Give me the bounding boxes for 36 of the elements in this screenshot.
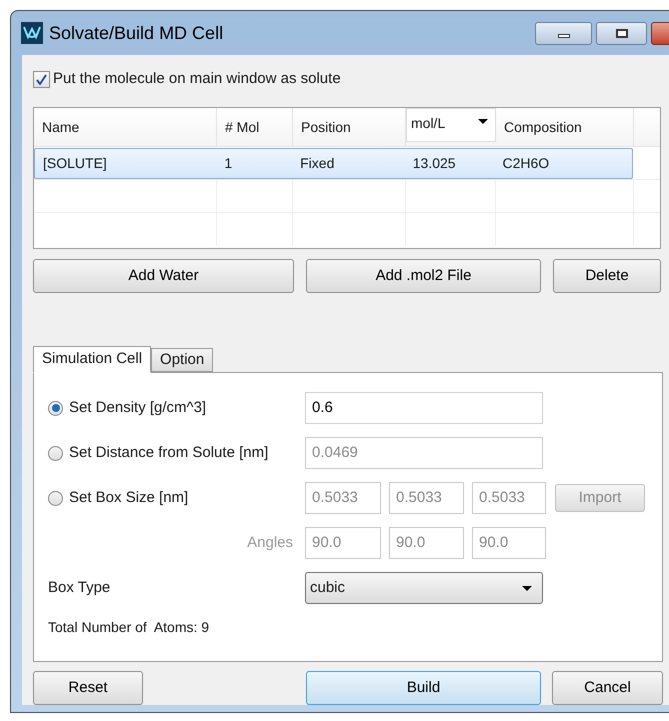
app-logo-icon (21, 22, 43, 44)
option-label: Set Distance from Solute [nm] (69, 442, 268, 463)
option-label: Set Density [g/cm^3] (69, 398, 206, 418)
box-type-select[interactable]: cubic (305, 572, 543, 604)
button[interactable]: Delete (553, 259, 661, 294)
column-header: Name (34, 108, 217, 146)
table-cell-text: 13.025 (412, 154, 457, 173)
minimize-button[interactable] (535, 22, 592, 44)
table-cell-text: C2H6O (501, 154, 550, 173)
tab[interactable]: Option (151, 348, 214, 372)
radio-button[interactable] (48, 490, 63, 506)
button[interactable]: Add Water (33, 259, 294, 294)
checkbox-label: Put the molecule on main window as solute (53, 68, 341, 89)
table-cell-text: 1 (223, 154, 234, 173)
column-header: Composition (496, 108, 634, 146)
input-field[interactable]: 0.6 (305, 392, 543, 424)
column-header: # Mol (217, 108, 293, 146)
radio-button[interactable] (48, 400, 63, 416)
table-cell-text: Fixed (299, 154, 336, 173)
checkbox[interactable] (33, 70, 50, 88)
option-label: Set Box Size [nm] (69, 488, 188, 508)
button[interactable]: Build (306, 671, 541, 705)
maximize-button[interactable] (596, 22, 647, 44)
button[interactable]: Cancel (552, 671, 663, 705)
caret-icon (522, 586, 532, 591)
button[interactable]: Reset (33, 671, 143, 705)
radio-button[interactable] (48, 446, 63, 461)
total-atoms-text: Total Number of Atoms: 9 (48, 619, 210, 636)
tab[interactable]: Simulation Cell (33, 346, 152, 374)
button[interactable]: Add .mol2 File (306, 259, 541, 294)
table-row[interactable]: [SOLUTE] 1 Fixed 13.025 C2H6O (34, 148, 633, 179)
table-cell-text: [SOLUTE] (42, 154, 108, 173)
window-title: Solvate/Build MD Cell (49, 22, 224, 44)
box-type-label: Box Type (48, 578, 112, 598)
angles-label: Angles (247, 532, 293, 553)
unit-dropdown[interactable]: mol/L (406, 108, 496, 142)
